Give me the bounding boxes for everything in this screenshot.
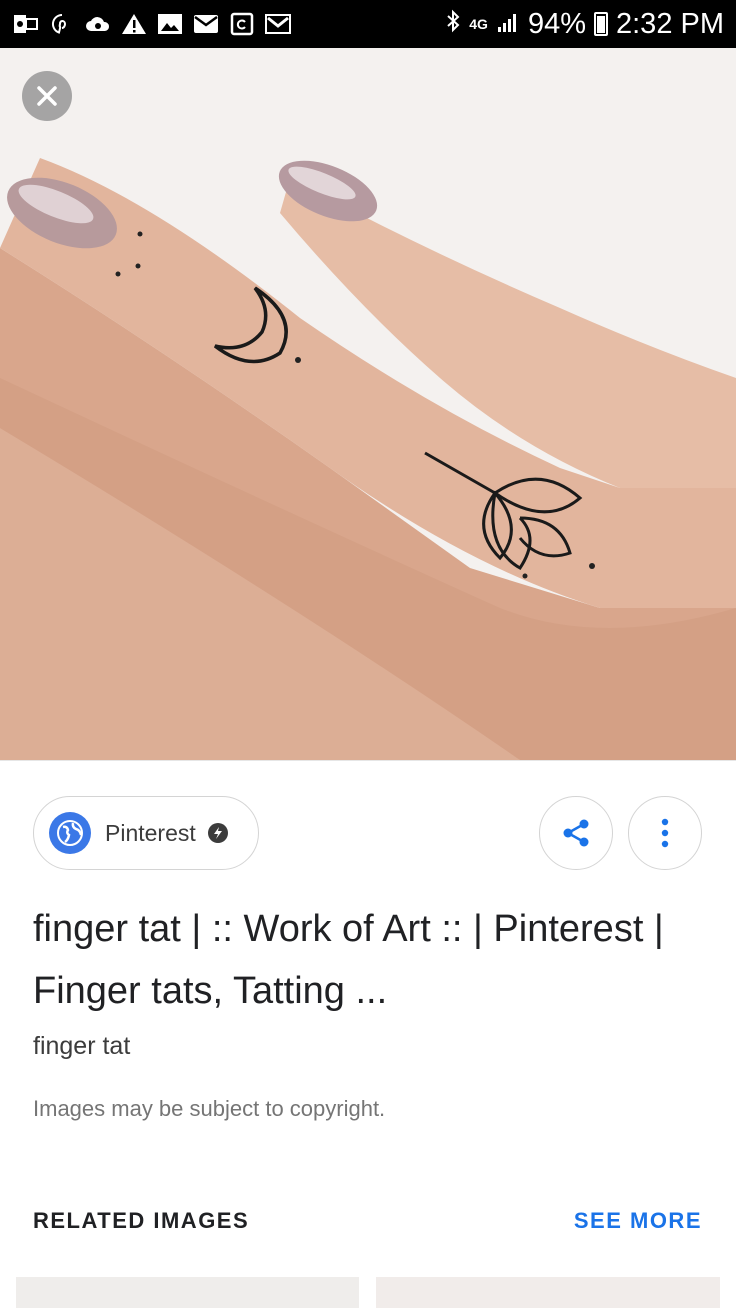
- gallery-icon: [156, 11, 184, 37]
- bluetooth-icon: [445, 8, 461, 41]
- battery-level: 94%: [527, 7, 586, 40]
- source-name: Pinterest: [105, 819, 196, 846]
- network-type: 4G: [469, 16, 488, 32]
- outlook-icon: [12, 11, 40, 37]
- copyright-notice: Images may be subject to copyright.: [33, 1096, 386, 1121]
- result-info-panel: Pinterest finger tat | :: Work of Art ::…: [0, 760, 736, 1308]
- gmail-icon: [264, 11, 292, 37]
- warning-icon: [120, 11, 148, 37]
- notification-icons: [12, 11, 292, 37]
- more-options-button[interactable]: [628, 796, 702, 870]
- mail-icon: [192, 11, 220, 37]
- amp-bolt-icon: [207, 823, 228, 843]
- related-image-thumbnail[interactable]: [16, 1277, 359, 1308]
- share-icon: [563, 819, 589, 847]
- battery-icon: [594, 12, 608, 36]
- clock: 2:32 PM: [616, 7, 724, 40]
- close-icon: [37, 86, 57, 106]
- signal-icon: [496, 8, 520, 41]
- result-subtitle: finger tat: [33, 1032, 131, 1060]
- see-more-link[interactable]: SEE MORE: [574, 1208, 702, 1234]
- more-vert-icon: [661, 818, 669, 848]
- update-icon: [228, 11, 256, 37]
- globe-icon: [49, 812, 91, 854]
- image-preview[interactable]: [0, 48, 736, 760]
- cloud-icon: [84, 11, 112, 37]
- system-status: 4G 94% 2:32 PM: [445, 8, 724, 41]
- status-bar: 4G 94% 2:32 PM: [0, 0, 736, 48]
- finger-tattoo-photo: [0, 48, 736, 760]
- related-image-thumbnail[interactable]: [376, 1277, 720, 1308]
- close-button[interactable]: [22, 71, 72, 121]
- result-title[interactable]: finger tat | :: Work of Art :: | Pintere…: [33, 898, 693, 1022]
- source-chip[interactable]: Pinterest: [33, 796, 259, 870]
- related-images-heading: RELATED IMAGES: [33, 1208, 250, 1233]
- share-button[interactable]: [539, 796, 613, 870]
- pinterest-icon: [48, 11, 76, 37]
